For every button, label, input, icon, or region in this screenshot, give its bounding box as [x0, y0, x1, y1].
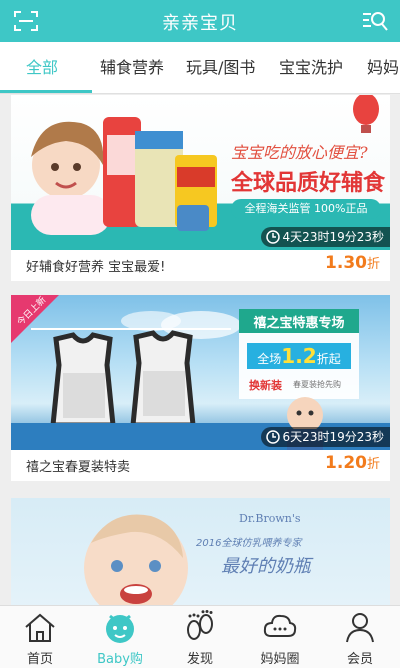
brand-logo: Dr.Brown's	[239, 512, 301, 525]
banner-tagline-2: 最好的奶瓶	[221, 556, 311, 577]
nav-mom-circle[interactable]: 妈妈圈	[240, 606, 320, 668]
bottom-navigation: 首页 Baby购 发现 妈妈圈 会员	[0, 605, 400, 668]
search-menu-icon[interactable]	[362, 10, 388, 32]
discount-price: 1.30折	[325, 253, 380, 273]
promo-banner-image[interactable]: 今日上新 禧之宝特惠专场 全场1.2折起 换新装 春夏装抢先购 6天23时19分…	[11, 295, 390, 450]
chat-cloud-icon	[263, 614, 297, 637]
banner-authenticity-badge: 全程海关监管 100%正品	[231, 199, 381, 219]
new-arrival-label: 换新装	[249, 379, 282, 392]
clock-icon	[265, 230, 280, 244]
promo-title: 禧之宝特惠专场	[253, 316, 345, 331]
nav-label: 发现	[186, 652, 213, 667]
active-tab-indicator	[0, 90, 92, 93]
nav-member[interactable]: 会员	[320, 606, 400, 668]
promo-card[interactable]: 宝宝吃的放心便宜? 全球品质好辅食 全程海关监管 100%正品 4天23时19分…	[11, 95, 390, 281]
countdown-text: 4天23时19分23秒	[282, 230, 384, 244]
category-tabs: 全部 辅食营养 玩具/图书 宝宝洗护 妈妈	[0, 42, 400, 94]
person-icon	[346, 613, 374, 643]
card-description: 好辅食好营养 宝宝最爱!	[26, 260, 166, 275]
nav-label: Baby购	[97, 652, 143, 667]
countdown-timer: 4天23时19分23秒	[260, 227, 390, 247]
nav-baby-shop[interactable]: Baby购	[80, 606, 160, 668]
banner-tagline: 2016全球仿乳喂养专家	[196, 538, 302, 549]
home-icon	[25, 613, 55, 642]
promo-banner-image[interactable]: 宝宝吃的放心便宜? 全球品质好辅食 全程海关监管 100%正品 4天23时19分…	[11, 95, 390, 250]
nav-home[interactable]: 首页	[0, 606, 80, 668]
footprints-icon	[187, 610, 213, 640]
countdown-timer: 6天23时19分23秒	[260, 427, 390, 447]
promo-banner-image[interactable]: Dr.Brown's 2016全球仿乳喂养专家 最好的奶瓶	[11, 498, 390, 605]
promo-card[interactable]: Dr.Brown's 2016全球仿乳喂养专家 最好的奶瓶	[11, 498, 390, 605]
tab-all[interactable]: 全部	[26, 42, 58, 93]
nav-discover[interactable]: 发现	[160, 606, 240, 668]
baby-shop-icon	[106, 614, 134, 643]
tab-mom[interactable]: 妈妈	[367, 42, 399, 93]
card-description: 禧之宝春夏装特卖	[26, 460, 131, 475]
countdown-text: 6天23时19分23秒	[282, 430, 384, 444]
promo-card[interactable]: 今日上新 禧之宝特惠专场 全场1.2折起 换新装 春夏装抢先购 6天23时19分…	[11, 295, 390, 481]
discount-price: 1.20折	[325, 453, 380, 473]
baby-bottle-illustration	[84, 514, 188, 605]
promo-discount: 全场1.2折起	[257, 344, 341, 368]
tab-food-nutrition[interactable]: 辅食营养	[100, 42, 164, 93]
banner-slogan: 全球品质好辅食	[231, 171, 386, 196]
nav-label: 首页	[26, 652, 53, 667]
card-footer: 禧之宝春夏装特卖 1.20折	[11, 450, 390, 481]
clock-icon	[265, 430, 280, 444]
page-title: 亲亲宝贝	[162, 13, 238, 34]
card-footer: 好辅食好营养 宝宝最爱! 1.30折	[11, 250, 390, 281]
banner-headline: 宝宝吃的放心便宜?	[231, 143, 368, 162]
nav-label: 妈妈圈	[260, 652, 300, 667]
app-header: 亲亲宝贝	[0, 0, 400, 42]
tab-baby-care[interactable]: 宝宝洗护	[279, 42, 343, 93]
tab-toys-books[interactable]: 玩具/图书	[186, 42, 255, 93]
new-arrival-sub: 春夏装抢先购	[293, 380, 341, 389]
nav-label: 会员	[346, 652, 373, 667]
product-feed[interactable]: 宝宝吃的放心便宜? 全球品质好辅食 全程海关监管 100%正品 4天23时19分…	[0, 95, 400, 605]
